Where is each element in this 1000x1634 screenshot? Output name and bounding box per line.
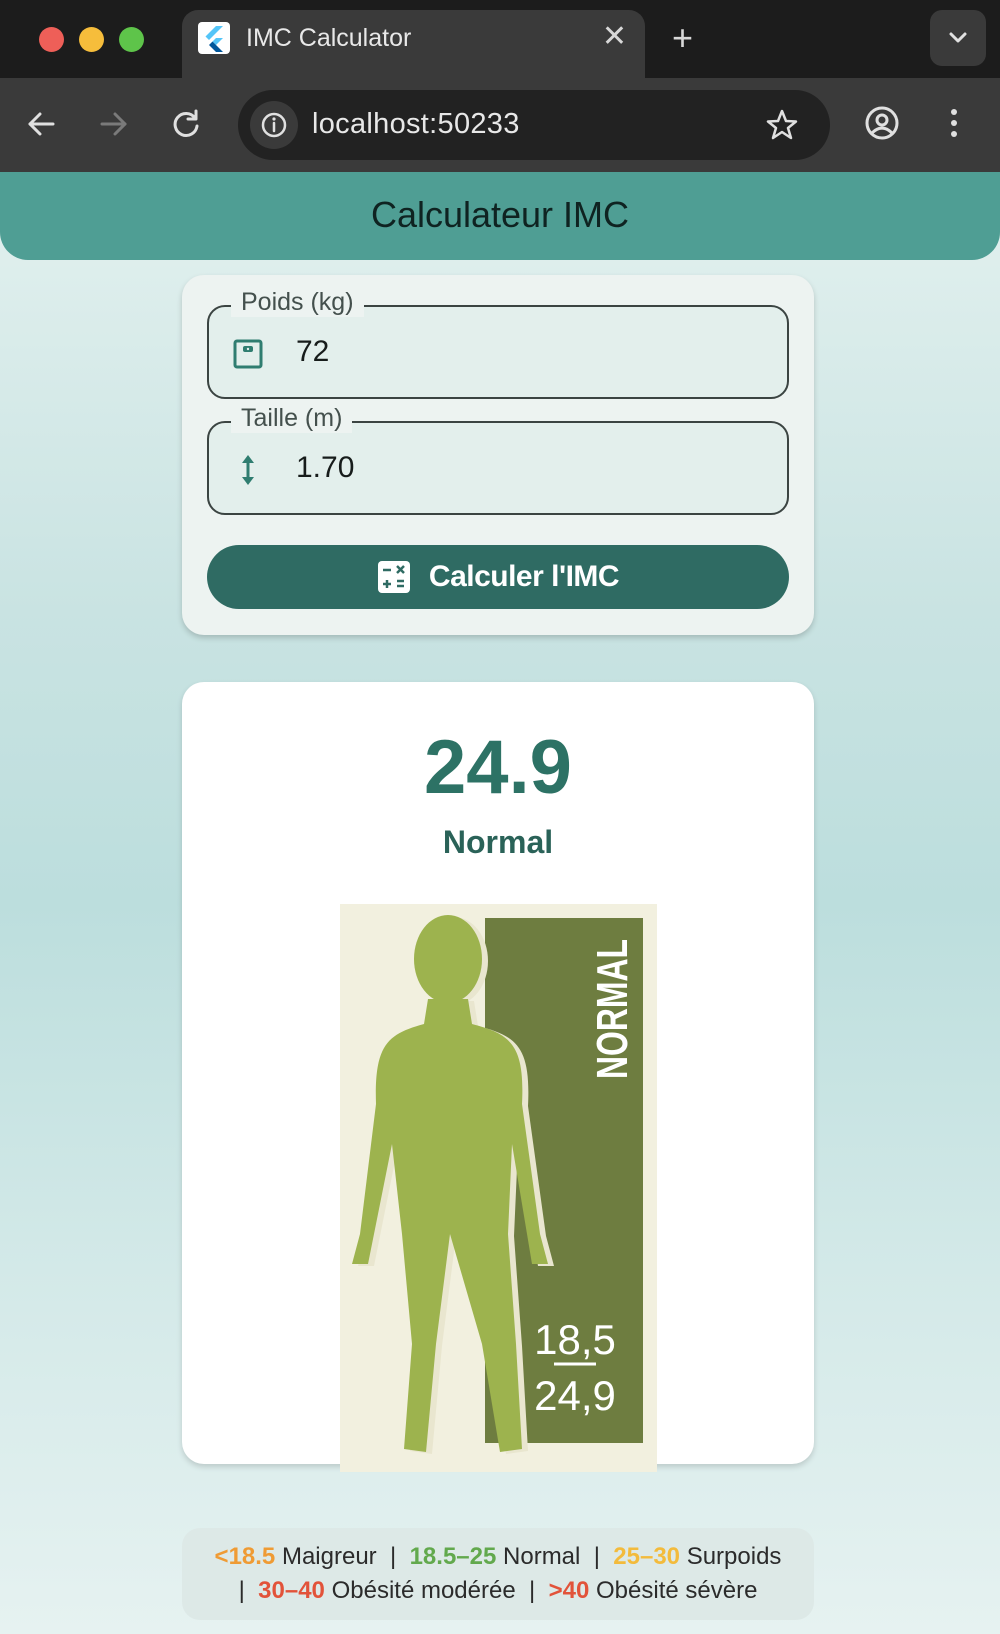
legend-item: 30–40 Obésité modérée	[258, 1577, 516, 1604]
figure-band-label: NORMAL	[588, 939, 637, 1079]
close-window-button[interactable]	[39, 27, 64, 52]
back-arrow-icon[interactable]	[20, 102, 64, 146]
result-card: 24.9 Normal NORMAL 18,5 24,9	[182, 682, 814, 1472]
scale-icon	[233, 339, 263, 369]
maximize-window-button[interactable]	[119, 27, 144, 52]
legend-item: <18.5 Maigreur	[214, 1543, 377, 1570]
more-menu-icon[interactable]	[932, 101, 976, 145]
legend-item: 18.5–25 Normal	[409, 1543, 581, 1570]
forward-arrow-icon[interactable]	[91, 102, 135, 146]
bookmark-star-icon[interactable]	[764, 107, 800, 143]
tab-search-button[interactable]	[930, 10, 986, 66]
browser-toolbar: localhost:50233	[0, 78, 1000, 172]
calculator-icon	[377, 561, 410, 593]
site-info-icon[interactable]	[250, 101, 298, 149]
browser-tab-strip: IMC Calculator ✕ +	[0, 0, 1000, 78]
figure-range-high: 24,9	[534, 1372, 616, 1419]
reload-icon[interactable]	[164, 102, 208, 146]
bmi-body-figure-image: NORMAL 18,5 24,9	[340, 904, 657, 1472]
height-field[interactable]: Taille (m) 1.70	[207, 404, 789, 515]
calculate-button-label: Calculer l'IMC	[428, 560, 620, 593]
profile-icon[interactable]	[860, 101, 904, 145]
tab-title: IMC Calculator	[246, 24, 412, 52]
legend-line-2: | 30–40 Obésité modérée | >40 Obésité sé…	[238, 1577, 758, 1604]
address-bar[interactable]: localhost:50233	[238, 90, 830, 160]
legend-item: 25–30 Surpoids	[613, 1543, 782, 1570]
input-card: Poids (kg) 72 Taille (m) 1.70 Calculer l…	[182, 275, 814, 635]
chevron-down-icon	[949, 32, 967, 43]
browser-tab-active[interactable]: IMC Calculator ✕	[182, 10, 645, 78]
new-tab-icon[interactable]: +	[672, 18, 693, 58]
app-bar: Calculateur IMC	[0, 172, 1000, 260]
height-input[interactable]: 1.70	[296, 451, 354, 485]
page-title: Calculateur IMC	[370, 194, 630, 235]
calculate-bmi-button[interactable]: Calculer l'IMC	[207, 545, 789, 609]
weight-field[interactable]: Poids (kg) 72	[207, 288, 789, 399]
height-field-label: Taille (m)	[231, 404, 353, 433]
legend-line-1: <18.5 Maigreur | 18.5–25 Normal | 25–30 …	[214, 1543, 782, 1570]
legend-item: >40 Obésité sévère	[548, 1577, 758, 1604]
minimize-window-button[interactable]	[79, 27, 104, 52]
weight-field-label: Poids (kg)	[231, 288, 364, 317]
height-arrows-icon	[242, 455, 254, 485]
weight-input[interactable]: 72	[296, 335, 329, 369]
app-viewport: Calculateur IMC Poids (kg) 72 Taille (m)…	[0, 172, 1000, 1634]
close-tab-icon[interactable]: ✕	[602, 20, 627, 54]
flutter-favicon-icon	[198, 22, 230, 54]
bmi-value: 24.9	[424, 725, 572, 810]
bmi-category: Normal	[442, 824, 554, 860]
figure-range-low: 18,5	[534, 1316, 616, 1363]
bmi-legend: <18.5 Maigreur | 18.5–25 Normal | 25–30 …	[182, 1528, 814, 1620]
url-text: localhost:50233	[312, 108, 520, 140]
